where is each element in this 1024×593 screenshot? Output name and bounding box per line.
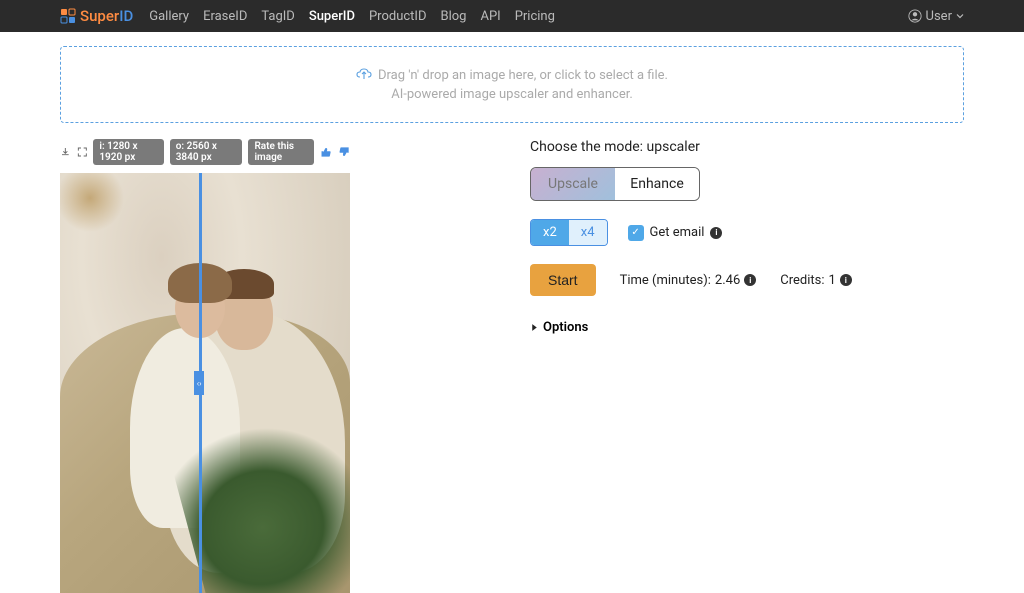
- upscale-button[interactable]: Upscale: [531, 168, 615, 200]
- cloud-upload-icon: [356, 67, 372, 83]
- nav-link-api[interactable]: API: [480, 9, 500, 24]
- nav-link-eraseid[interactable]: EraseID: [203, 9, 247, 24]
- chevron-right-icon: [530, 323, 539, 332]
- time-stat: Time (minutes): 2.46 i: [620, 273, 757, 288]
- get-email-label: Get email: [650, 225, 705, 240]
- user-label: User: [926, 9, 952, 24]
- time-info-icon[interactable]: i: [744, 274, 756, 286]
- scale-toggle: x2 x4: [530, 219, 608, 246]
- nav-link-superid[interactable]: SuperID: [309, 9, 355, 24]
- credits-info-icon[interactable]: i: [840, 274, 852, 286]
- dropzone[interactable]: Drag 'n' drop an image here, or click to…: [60, 46, 964, 123]
- options-toggle[interactable]: Options: [530, 320, 964, 335]
- nav-link-pricing[interactable]: Pricing: [515, 9, 555, 24]
- thumbs-up-icon[interactable]: [320, 144, 332, 160]
- output-size-badge: o: 2560 x 3840 px: [170, 139, 243, 165]
- expand-icon[interactable]: [77, 145, 88, 159]
- mode-toggle: Upscale Enhance: [530, 167, 700, 201]
- image-comparison[interactable]: [60, 173, 350, 593]
- email-info-icon[interactable]: i: [710, 227, 722, 239]
- thumbs-down-icon[interactable]: [338, 144, 350, 160]
- nav-links: Gallery EraseID TagID SuperID ProductID …: [149, 9, 555, 24]
- options-label: Options: [543, 320, 588, 335]
- dropzone-text1: Drag 'n' drop an image here, or click to…: [378, 68, 668, 83]
- comparison-slider-handle[interactable]: [194, 371, 204, 395]
- download-icon[interactable]: [60, 145, 71, 159]
- brand-super: Super: [80, 7, 119, 25]
- scale-x4-button[interactable]: x4: [569, 220, 607, 245]
- rate-badge[interactable]: Rate this image: [248, 139, 313, 165]
- brand-id: ID: [119, 7, 133, 25]
- user-menu[interactable]: User: [908, 9, 964, 24]
- scale-x2-button[interactable]: x2: [531, 220, 569, 245]
- input-size-badge: i: 1280 x 1920 px: [93, 139, 163, 165]
- nav-link-gallery[interactable]: Gallery: [149, 9, 189, 24]
- nav-link-tagid[interactable]: TagID: [261, 9, 294, 24]
- credits-stat: Credits: 1 i: [780, 273, 852, 288]
- nav-link-productid[interactable]: ProductID: [369, 9, 427, 24]
- image-toolbar: i: 1280 x 1920 px o: 2560 x 3840 px Rate…: [60, 139, 350, 165]
- start-button[interactable]: Start: [530, 264, 596, 296]
- navbar: SuperID Gallery EraseID TagID SuperID Pr…: [0, 0, 1024, 32]
- photo-fan: [60, 173, 130, 238]
- user-icon: [908, 9, 922, 23]
- enhance-button[interactable]: Enhance: [615, 168, 699, 200]
- get-email-checkbox[interactable]: ✓: [628, 225, 644, 241]
- dropzone-text2: AI-powered image upscaler and enhancer.: [61, 87, 963, 102]
- mode-label: Choose the mode: upscaler: [530, 139, 964, 155]
- chevron-down-icon: [956, 12, 964, 20]
- nav-link-blog[interactable]: Blog: [441, 9, 467, 24]
- brand-logo[interactable]: SuperID: [60, 7, 133, 25]
- logo-icon: [60, 8, 76, 24]
